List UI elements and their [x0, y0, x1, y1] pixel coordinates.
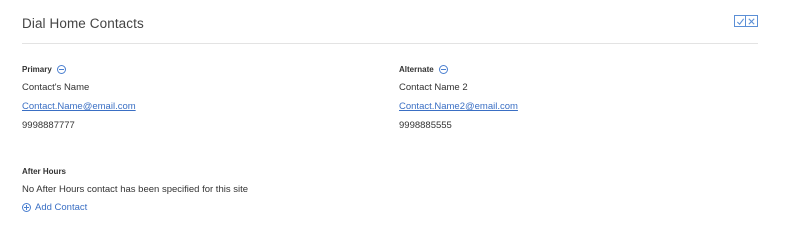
panel-title: Dial Home Contacts — [22, 16, 144, 31]
confirm-button[interactable] — [734, 15, 746, 27]
add-contact-label: Add Contact — [35, 202, 88, 213]
primary-contact: Primary Contact's Name Contact.Name@emai… — [22, 64, 136, 131]
primary-contact-email-link[interactable]: Contact.Name@email.com — [22, 101, 136, 112]
header-actions — [734, 15, 758, 27]
alternate-label: Alternate — [399, 64, 434, 74]
after-hours-label: After Hours — [22, 166, 67, 176]
primary-contact-phone: 9998887777 — [22, 120, 75, 131]
primary-label: Primary — [22, 64, 52, 74]
alternate-contact-phone: 9998885555 — [399, 120, 452, 131]
after-hours-section: After Hours No After Hours contact has b… — [22, 166, 248, 213]
remove-alternate-minus-circle-icon[interactable] — [438, 64, 448, 74]
plus-circle-icon — [22, 203, 31, 212]
remove-primary-minus-circle-icon[interactable] — [56, 64, 66, 74]
after-hours-note: No After Hours contact has been specifie… — [22, 184, 249, 195]
cancel-button[interactable] — [746, 15, 758, 27]
check-icon — [736, 17, 744, 25]
alternate-contact-email-link[interactable]: Contact.Name2@email.com — [399, 101, 518, 112]
dial-home-contacts-panel: Dial Home Contacts Primary Contact's Nam… — [0, 0, 800, 224]
panel-header: Dial Home Contacts — [22, 0, 758, 44]
close-icon — [748, 17, 755, 25]
alternate-contact: Alternate Contact Name 2 Contact.Name2@e… — [399, 64, 518, 131]
add-contact-button[interactable]: Add Contact — [22, 202, 248, 213]
primary-contact-name: Contact's Name — [22, 82, 90, 93]
alternate-contact-name: Contact Name 2 — [399, 82, 468, 93]
